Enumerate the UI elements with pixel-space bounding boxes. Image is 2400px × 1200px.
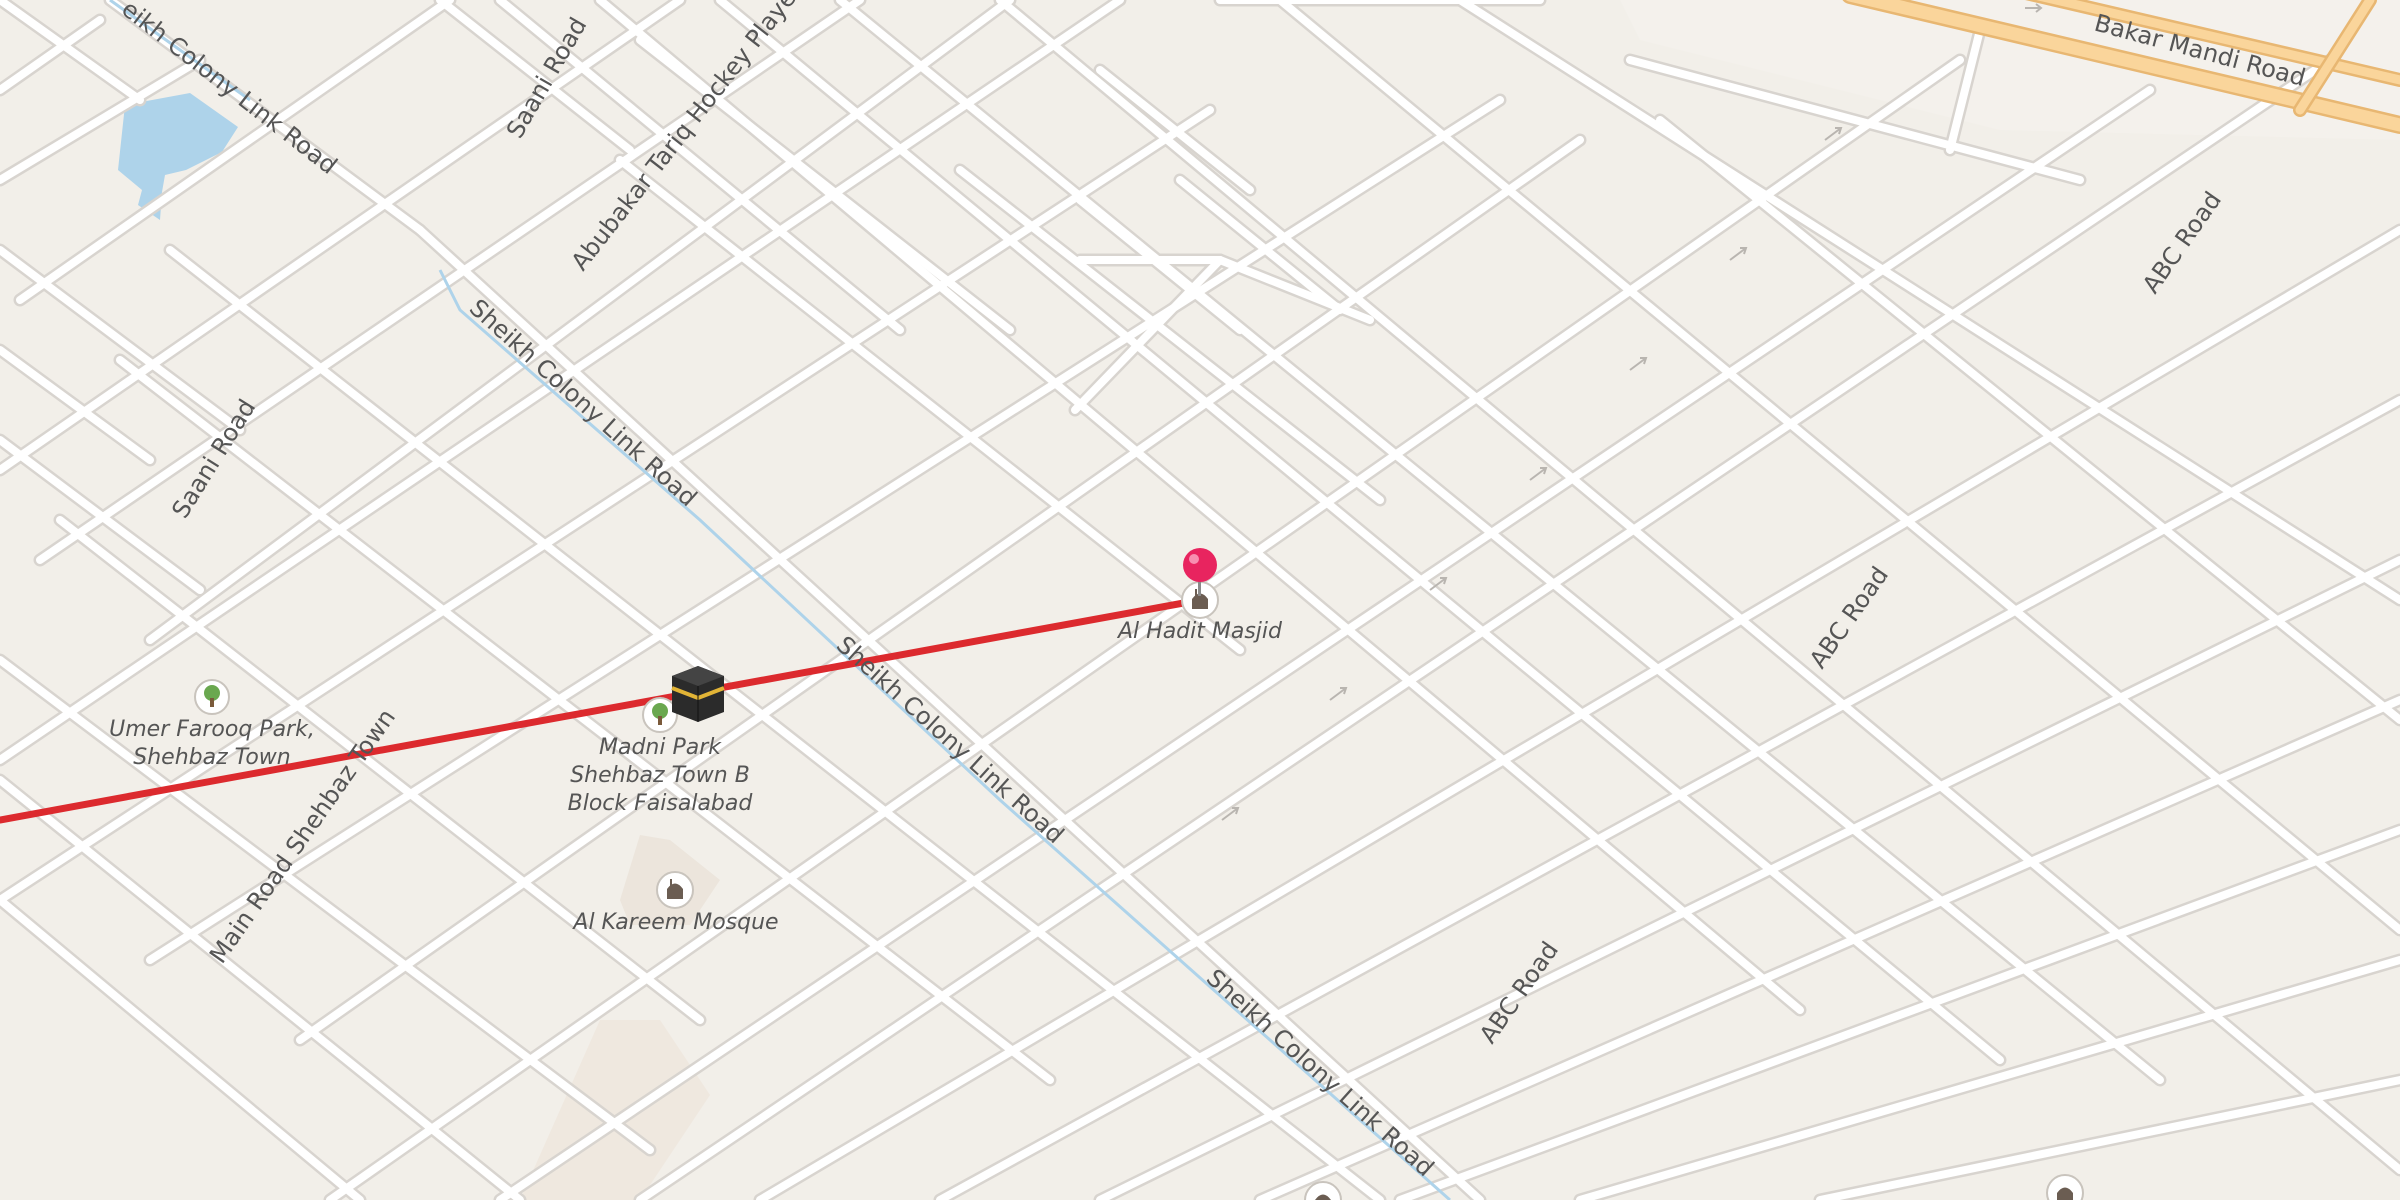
poi-label: Block Faisalabad xyxy=(568,791,754,816)
poi-label: Madni Park xyxy=(599,735,722,760)
poi-label: Al Kareem Mosque xyxy=(571,910,778,935)
poi-label: Shehbaz Town xyxy=(133,745,291,770)
poi-label: Umer Farooq Park, xyxy=(109,717,315,742)
poi-label: Al Hadit Masjid xyxy=(1116,619,1283,644)
map-canvas[interactable]: eikh Colony Link Road Saani Road Abubaka… xyxy=(0,0,2400,1200)
kaaba-icon[interactable] xyxy=(671,666,725,722)
poi-label: Shehbaz Town B xyxy=(570,763,750,788)
